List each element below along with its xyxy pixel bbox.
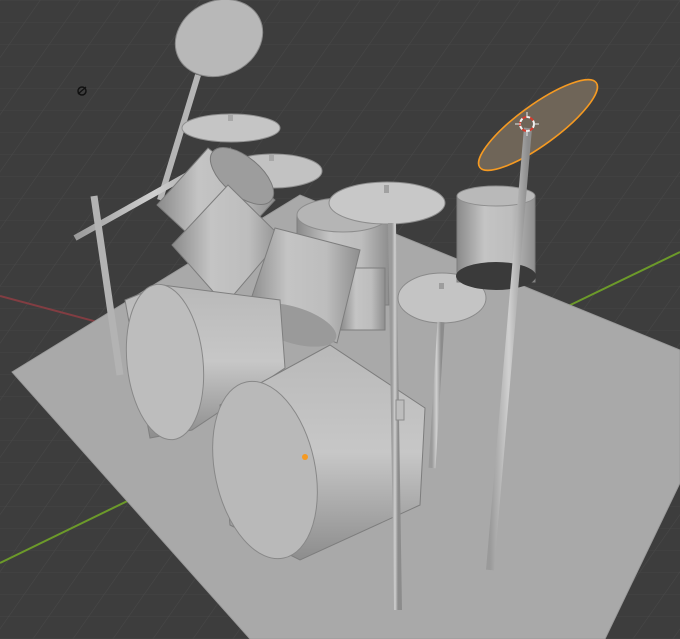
object-origin-icon [302,454,308,460]
mid-cymbal[interactable] [181,113,281,143]
viewport-scene[interactable] [0,0,680,639]
3d-viewport[interactable] [0,0,680,639]
